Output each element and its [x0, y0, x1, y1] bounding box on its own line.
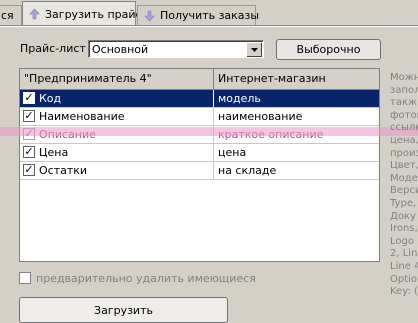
arrow-up-icon	[29, 8, 40, 20]
row-source-cell: ✓ Код	[20, 90, 214, 107]
row-source-name: Остатки	[39, 164, 88, 177]
row-source-name: Цена	[39, 146, 69, 159]
help-line: Option	[390, 273, 418, 285]
row-target-name[interactable]: цена	[218, 146, 246, 159]
help-line: Доку	[390, 210, 416, 222]
help-text: Можн запол такж фотог ссылк цена, произ …	[390, 72, 418, 299]
tab-strip: ся Загрузить прайс Получить заказы	[0, 0, 418, 26]
delete-existing-checkbox[interactable]	[19, 272, 31, 284]
help-line: Моде	[390, 172, 418, 184]
help-line: произ	[390, 147, 418, 159]
load-button[interactable]: Загрузить	[19, 297, 228, 323]
row-target-name[interactable]: наименование	[218, 110, 302, 123]
help-line: Line 4,	[390, 260, 418, 272]
help-line: Key: (	[390, 286, 418, 298]
help-line: запол	[390, 84, 418, 96]
help-line: Irons,	[390, 223, 418, 235]
row-source-name: Код	[39, 92, 62, 105]
tab-get-orders-label: Получить заказы	[160, 9, 260, 22]
help-line: цена,	[390, 134, 418, 146]
help-line: ссылк	[390, 122, 418, 134]
help-line: Logo F	[390, 235, 418, 247]
help-line: такж	[390, 97, 418, 109]
row-checkbox[interactable]: ✓	[23, 164, 35, 176]
panel-top-highlight	[0, 26, 418, 27]
row-source-name: Наименование	[39, 110, 125, 123]
row-source-cell: ✓ Наименование	[20, 108, 214, 125]
row-checkbox[interactable]: ✓	[23, 92, 35, 104]
help-line: Можн	[390, 72, 418, 83]
help-line: Type,	[390, 197, 417, 209]
tab-load-price-label: Загрузить прайс	[45, 7, 142, 21]
column-header-source[interactable]: "Предприниматель 4"	[20, 69, 214, 89]
arrow-down-icon	[144, 10, 155, 22]
delete-existing-label: предварительно удалить имеющиеся	[36, 272, 256, 285]
row-highlight-marker	[0, 127, 418, 136]
row-source-cell: ✓ Цена	[20, 144, 214, 161]
price-list-value: Основной	[92, 43, 149, 56]
help-line: 2, Line	[390, 248, 418, 260]
row-target-name[interactable]: на складе	[218, 164, 276, 177]
table-row[interactable]: ✓ Цена цена	[20, 144, 379, 162]
price-list-select[interactable]: Основной	[88, 40, 264, 58]
grid-header: "Предприниматель 4" Интернет-магазин	[20, 69, 379, 90]
row-source-cell: ✓ Остатки	[20, 162, 214, 179]
help-line: Верси	[390, 185, 418, 197]
help-line: Цвет,	[390, 160, 418, 172]
tab-previous-label: ся	[1, 9, 14, 22]
price-list-label: Прайс-лист	[20, 42, 86, 55]
field-mapping-grid[interactable]: "Предприниматель 4" Интернет-магазин ✓ К…	[19, 68, 380, 262]
row-target-name[interactable]: модель	[218, 92, 261, 105]
column-header-target[interactable]: Интернет-магазин	[214, 69, 379, 89]
row-checkbox[interactable]: ✓	[23, 110, 35, 122]
row-checkbox[interactable]: ✓	[23, 146, 35, 158]
table-row[interactable]: ✓ Остатки на складе	[20, 162, 379, 180]
tab-get-orders[interactable]: Получить заказы	[137, 5, 260, 25]
table-row[interactable]: ✓ Наименование наименование	[20, 108, 379, 126]
tab-load-price[interactable]: Загрузить прайс	[22, 1, 142, 26]
tab-previous[interactable]: ся	[0, 5, 22, 25]
selective-button[interactable]: Выборочно	[276, 39, 381, 60]
help-line: фотог	[390, 109, 418, 121]
table-row[interactable]: ✓ Код модель	[20, 90, 379, 108]
chevron-down-icon[interactable]	[246, 42, 262, 57]
